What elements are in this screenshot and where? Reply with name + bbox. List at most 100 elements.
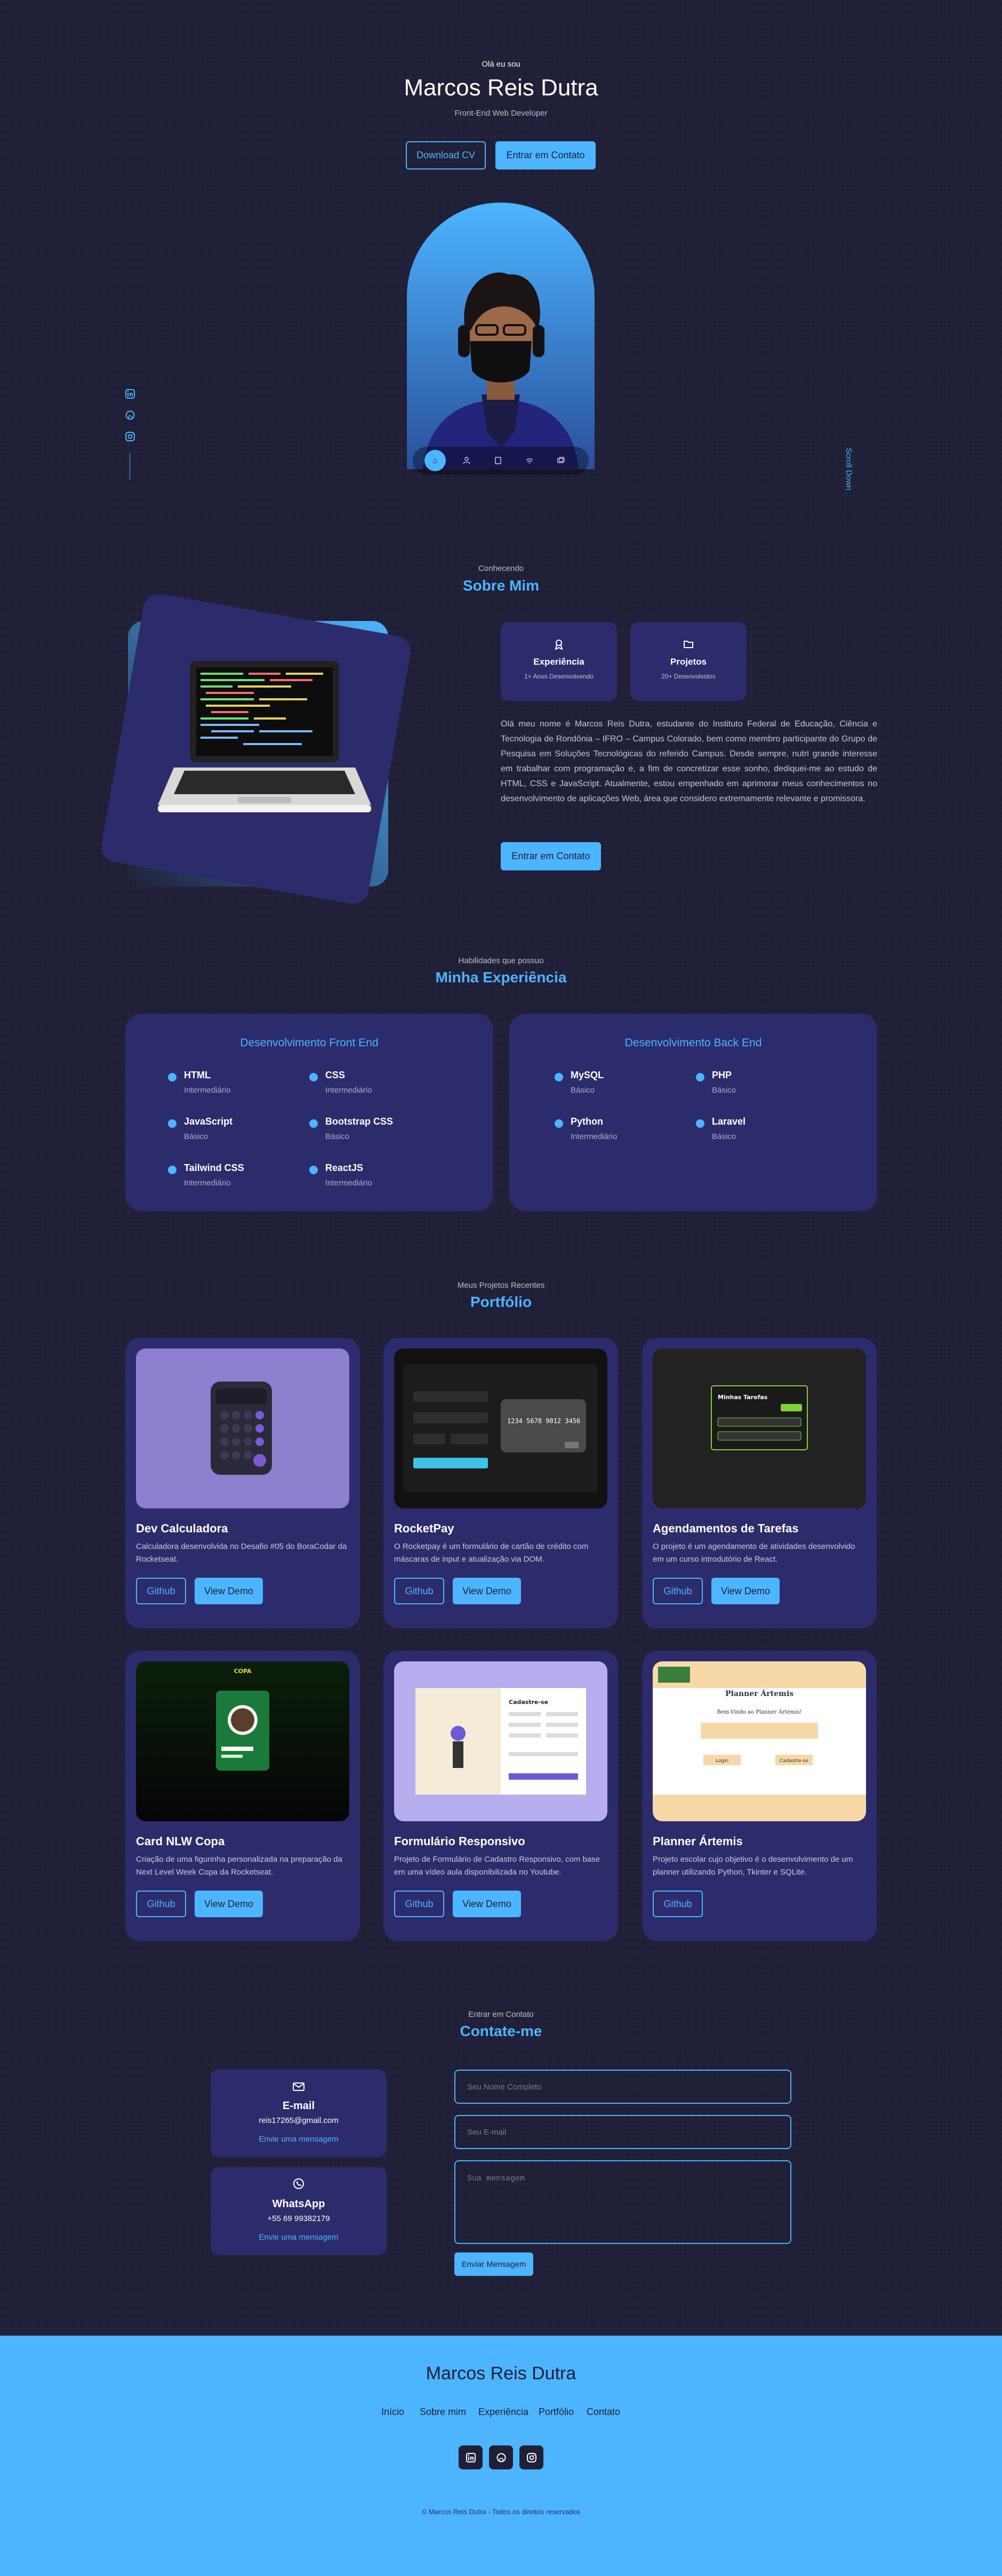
project-image: COPA	[136, 1661, 349, 1821]
footer-link-contato[interactable]: Contato	[587, 2407, 620, 2418]
whatsapp-icon	[211, 2178, 387, 2193]
github-button[interactable]: Github	[136, 1891, 186, 1917]
planner-welcome: Bem-Vindo ao Planner Ártemis!	[717, 1709, 801, 1715]
card-number: 1234 5678 9012 3456	[507, 1417, 580, 1425]
email-input[interactable]: Seu E-mail	[454, 2115, 791, 2149]
project-card: 1234 5678 9012 3456 RocketPay O Rocketpa…	[383, 1338, 618, 1628]
email-card: E-mail reis17265@gmail.com Envie uma men…	[211, 2069, 387, 2157]
view-demo-button[interactable]: View Demo	[453, 1891, 521, 1917]
scroll-down-link[interactable]: Scroll Down	[844, 448, 853, 490]
about-projects-card: Projetos 20+ Desenvolvidos	[630, 622, 747, 701]
footer-link-sobre[interactable]: Sobre mim	[420, 2407, 466, 2418]
nav-home-icon[interactable]: ⌂	[424, 450, 446, 471]
nav-experience-icon[interactable]	[487, 450, 509, 471]
view-demo-button[interactable]: View Demo	[711, 1578, 780, 1604]
about-title: Sobre Mim	[462, 577, 540, 594]
project-image: Planner Ártemis Bem-Vindo ao Planner Árt…	[653, 1661, 866, 1821]
email-title: E-mail	[282, 2100, 315, 2112]
skill-laravel: Laravel Básico	[696, 1116, 829, 1148]
contact-title: Contate-me	[460, 2023, 542, 2039]
skill-tailwind: Tailwind CSS Intermediário	[168, 1162, 301, 1194]
nav-services-icon[interactable]	[519, 450, 540, 471]
project-image: Cadastre-se	[394, 1661, 607, 1821]
project-title: RocketPay	[394, 1522, 454, 1535]
project-image: 1234 5678 9012 3456	[394, 1348, 607, 1508]
hero-contact-button[interactable]: Entrar em Contato	[495, 141, 596, 169]
project-title: Card NLW Copa	[136, 1835, 225, 1848]
about-paragraph: Olá meu nome é Marcos Reis Dutra, estuda…	[501, 720, 877, 803]
skill-javascript: JavaScript Básico	[168, 1116, 301, 1148]
project-card: COPA Card NLW Copa Criação de uma figuri…	[125, 1651, 360, 1941]
footer-instagram-icon[interactable]	[519, 2445, 543, 2469]
project-card: Planner Ártemis Bem-Vindo ao Planner Árt…	[642, 1651, 877, 1941]
footer-name[interactable]: Marcos Reis Dutra	[0, 2363, 1002, 2384]
todo-title: Minhas Tarefas	[718, 1394, 768, 1401]
skill-reactjs: ReactJS Intermediário	[309, 1162, 443, 1194]
skill-python: Python Intermediário	[555, 1116, 688, 1148]
project-card: Cadastre-se Formulário Responsivo Projet…	[383, 1651, 618, 1941]
skill-mysql: MySQL Básico	[555, 1070, 688, 1102]
greeting: Olá eu sou	[482, 60, 520, 69]
planner-title: Planner Ártemis	[725, 1689, 793, 1698]
name-input[interactable]: Seu Nome Completo	[454, 2070, 791, 2104]
project-card: Minhas Tarefas Agendamentos de Tarefas O…	[642, 1338, 877, 1628]
skill-bootstrap: Bootstrap CSS Básico	[309, 1116, 443, 1148]
backend-card: Desenvolvimento Back End MySQL Básico PHP…	[509, 1014, 877, 1211]
hero-name: Marcos Reis Dutra	[404, 75, 598, 101]
github-button[interactable]: Github	[136, 1578, 186, 1604]
project-title: Dev Calculadora	[136, 1522, 228, 1535]
linkedin-icon[interactable]	[125, 389, 135, 401]
hero-role: Front-End Web Developer	[454, 109, 548, 118]
footer-linkedin-icon[interactable]	[459, 2445, 483, 2469]
project-title: Formulário Responsivo	[394, 1835, 525, 1848]
project-desc: Projeto de Formulário de Cadastro Respon…	[394, 1855, 600, 1877]
about-image	[99, 591, 413, 907]
instagram-icon[interactable]	[125, 432, 135, 444]
folder-icon	[630, 639, 747, 651]
whatsapp-send-link[interactable]: Envie uma mensagem	[211, 2233, 387, 2242]
frontend-title: Desenvolvimento Front End	[240, 1037, 379, 1049]
view-demo-button[interactable]: View Demo	[195, 1891, 263, 1917]
nav-contact-icon[interactable]	[550, 450, 572, 471]
github-button[interactable]: Github	[653, 1578, 703, 1604]
github-button[interactable]: Github	[394, 1578, 444, 1604]
whatsapp-value: +55 69 99382179	[267, 2214, 330, 2223]
message-textarea[interactable]: Sua mensagem	[454, 2160, 791, 2244]
footer-github-icon[interactable]	[489, 2445, 513, 2469]
experience-card-title: Experiência	[533, 657, 584, 667]
nav-about-icon[interactable]	[456, 450, 477, 471]
project-desc: O projeto é um agendamento de atividades…	[653, 1542, 855, 1564]
project-card: Dev Calculadora Calculadora desenvolvida…	[125, 1338, 360, 1628]
view-demo-button[interactable]: View Demo	[453, 1578, 521, 1604]
portfolio-title: Portfólio	[470, 1294, 532, 1310]
send-message-button[interactable]: Enviar Mensagem	[454, 2252, 533, 2276]
github-button[interactable]: Github	[653, 1891, 703, 1917]
frontend-card: Desenvolvimento Front End HTML Intermediá…	[125, 1014, 493, 1211]
footer-link-portfolio[interactable]: Portfólio	[539, 2407, 574, 2418]
email-send-link[interactable]: Envie uma mensagem	[211, 2135, 387, 2144]
project-desc: O Rocketpay é um formulário de cartão de…	[394, 1542, 589, 1564]
whatsapp-title: WhatsApp	[272, 2198, 325, 2210]
skill-css: CSS Intermediário	[309, 1070, 443, 1102]
project-image	[136, 1348, 349, 1508]
footer-link-inicio[interactable]: Início	[381, 2407, 404, 2418]
github-icon[interactable]	[125, 410, 135, 423]
project-title: Agendamentos de Tarefas	[653, 1522, 799, 1535]
project-desc: Calculadora desenvolvida no Desafio #05 …	[136, 1542, 347, 1564]
download-cv-button[interactable]: Download CV	[406, 141, 486, 169]
about-contact-button[interactable]: Entrar em Contato	[501, 842, 601, 870]
copyright: © Marcos Reis Dutra - Todos os direitos …	[421, 2508, 581, 2516]
projects-card-title: Projetos	[670, 657, 707, 667]
github-button[interactable]: Github	[394, 1891, 444, 1917]
planner-login: Login	[716, 1758, 728, 1764]
projects-card-sub: 20+ Desenvolvidos	[661, 673, 716, 680]
award-icon	[501, 639, 617, 652]
footer-link-experiencia[interactable]: Experiência	[478, 2407, 528, 2418]
email-value: reis17265@gmail.com	[259, 2116, 339, 2125]
backend-title: Desenvolvimento Back End	[624, 1037, 762, 1049]
view-demo-button[interactable]: View Demo	[195, 1578, 263, 1604]
experience-title: Minha Experiência	[435, 969, 567, 986]
copa-label: COPA	[234, 1668, 252, 1675]
mail-icon	[211, 2080, 387, 2095]
about-experience-card: Experiência 1+ Anos Desenvolvendo	[501, 622, 617, 701]
